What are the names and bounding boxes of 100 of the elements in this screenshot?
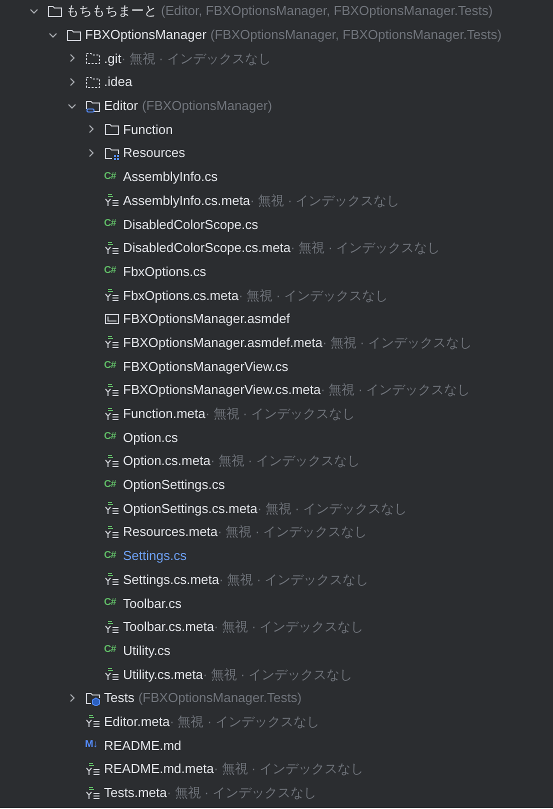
tree-row[interactable]: FBXOptionsManagerView.cs.meta· 無視 · インデックスなし	[0, 378, 553, 402]
tree-row[interactable]: OptionSettings.cs.meta· 無視 · インデックスなし	[0, 496, 553, 520]
file-name: OptionSettings.cs.meta	[123, 500, 258, 516]
file-name: DisabledColorScope.cs.meta	[123, 240, 291, 256]
ignored-status: · 無視 · インデックスなし	[214, 619, 364, 634]
tree-row[interactable]: FBXOptionsManager (FBXOptionsManager, FBXOptionsManager.Tests)	[0, 22, 553, 46]
tree-row[interactable]: Resources.meta· 無視 · インデックスなし	[0, 520, 553, 544]
file-name: README.md	[104, 738, 182, 753]
file-name: OptionSettings.cs	[123, 477, 225, 492]
yaml-file-icon	[104, 334, 120, 350]
tree-row[interactable]: .idea	[0, 70, 553, 94]
yaml-file-icon	[104, 524, 120, 540]
tree-row[interactable]: Editor (FBXOptionsManager)	[0, 94, 553, 118]
ignored-status: · 無視 · インデックスなし	[202, 666, 352, 682]
tree-row[interactable]: Utility.cs.meta· 無視 · インデックスなし	[0, 662, 553, 686]
chevron-right-icon[interactable]	[67, 53, 77, 64]
file-name: FBXOptionsManager.asmdef	[123, 311, 290, 326]
file-name: FBXOptionsManagerView.cs.meta	[123, 382, 321, 398]
csharp-file-icon: C#	[104, 598, 120, 608]
yaml-file-icon	[104, 406, 120, 422]
file-name: もちもちまーと	[66, 3, 157, 18]
file-name: FBXOptionsManagerView.cs	[123, 358, 288, 374]
chevron-right-icon[interactable]	[86, 124, 96, 134]
tree-row[interactable]: Editor.meta· 無視 · インデックスなし	[0, 710, 553, 734]
tree-row[interactable]: C# Utility.cs	[0, 638, 553, 662]
file-name: Toolbar.cs	[123, 596, 182, 611]
tree-row[interactable]: Function.meta· 無視 · インデックスなし	[0, 402, 553, 426]
tree-row[interactable]: FBXOptionsManager.asmdef	[0, 306, 553, 331]
tree-row[interactable]: Toolbar.cs.meta· 無視 · インデックスなし	[0, 614, 553, 639]
csharp-file-icon: C#	[104, 645, 120, 656]
yaml-file-icon	[104, 618, 120, 635]
file-name: Function	[123, 122, 173, 137]
tree-row[interactable]: Option.cs.meta· 無視 · インデックスなし	[0, 449, 553, 473]
yaml-file-icon	[104, 500, 120, 516]
tree-row[interactable]: FBXOptionsManager.asmdef.meta· 無視 · インデックスなし	[0, 330, 553, 354]
tree-row[interactable]: Resources	[0, 141, 553, 165]
tree-row[interactable]: C# Option.cs	[0, 425, 553, 450]
file-name: Resources.meta	[123, 524, 218, 540]
tree-row[interactable]: C# FBXOptionsManagerView.cs	[0, 354, 553, 378]
tree-row[interactable]: FbxOptions.cs.meta· 無視 · インデックスなし	[0, 283, 553, 307]
file-name: Editor.meta	[104, 714, 170, 729]
tree-row[interactable]: .git· 無視 · インデックスなし	[0, 46, 553, 70]
ignored-status: · 無視 · インデックスなし	[210, 453, 360, 468]
ignored-status: · 無視 · インデックスなし	[257, 500, 407, 516]
yaml-file-icon	[104, 192, 120, 208]
tree-row[interactable]: Function	[0, 117, 553, 142]
module-annotation: (FBXOptionsManager.Tests)	[138, 690, 302, 706]
tree-row[interactable]: もちもちまーと (Editor, FBXOptionsManager, FBXOptionsManager.Tests)	[0, 0, 553, 23]
tree-row[interactable]: C# Settings.cs	[0, 544, 553, 568]
tree-row[interactable]: Tests.meta· 無視 · インデックスなし	[0, 780, 553, 804]
file-name: Resources	[123, 145, 186, 160]
folder-icon	[104, 121, 120, 138]
chevron-right-icon[interactable]	[67, 76, 77, 87]
yaml-file-icon	[85, 760, 101, 777]
file-name: Utility.cs	[123, 642, 170, 658]
chevron-right-icon[interactable]	[67, 692, 77, 703]
tree-row[interactable]: Tests (FBXOptionsManager.Tests)	[0, 686, 553, 710]
ignored-status: · 無視 · インデックスなし	[214, 761, 364, 776]
csharp-file-icon: C#	[104, 266, 120, 276]
ignored-status: · 無視 · インデックスなし	[205, 406, 355, 422]
ignored-status: · 無視 · インデックスなし	[121, 50, 271, 66]
tree-row[interactable]: DisabledColorScope.cs.meta· 無視 · インデックスなし	[0, 236, 553, 260]
file-name: Option.cs	[123, 430, 178, 445]
tree-row[interactable]: C# FbxOptions.cs	[0, 260, 553, 284]
tree-row[interactable]: C# AssemblyInfo.cs	[0, 164, 553, 188]
module-annotation: (FBXOptionsManager, FBXOptionsManager.Tests)	[210, 27, 502, 42]
file-name: Toolbar.cs.meta	[123, 619, 214, 634]
markdown-file-icon: M↓	[85, 740, 101, 750]
file-name: Settings.cs.meta	[123, 572, 220, 587]
file-name: Function.meta	[123, 406, 206, 422]
file-name: Option.cs.meta	[123, 453, 210, 468]
file-name: Tests	[104, 690, 134, 706]
ignored-status: · 無視 · インデックスなし	[320, 382, 470, 398]
yaml-file-icon	[104, 382, 120, 398]
tree-row[interactable]: C# Toolbar.cs	[0, 591, 553, 615]
ignored-status: · 無視 · インデックスなし	[170, 714, 320, 729]
yaml-file-icon	[104, 666, 120, 682]
tree-row[interactable]: README.md.meta· 無視 · インデックスなし	[0, 757, 553, 781]
csharp-file-icon: C#	[104, 361, 120, 372]
tree-row[interactable]: Settings.cs.meta· 無視 · インデックスなし	[0, 568, 553, 592]
yaml-file-icon	[104, 571, 120, 588]
file-name: Tests.meta	[104, 785, 167, 800]
csharp-file-icon: C#	[104, 550, 120, 561]
file-name: FBXOptionsManager.asmdef.meta	[123, 334, 322, 350]
yaml-file-icon	[104, 452, 120, 469]
file-name: FBXOptionsManager	[85, 27, 206, 42]
yaml-file-icon	[85, 784, 101, 801]
tree-row[interactable]: AssemblyInfo.cs.meta· 無視 · インデックスなし	[0, 188, 553, 212]
chevron-right-icon[interactable]	[86, 148, 96, 158]
folder-icon	[85, 50, 101, 66]
csharp-file-icon: C#	[104, 219, 120, 230]
tree-row[interactable]: M↓ README.md	[0, 733, 553, 757]
file-name: .git	[104, 50, 122, 66]
tree-row[interactable]: C# DisabledColorScope.cs	[0, 212, 553, 236]
file-name: FbxOptions.cs	[123, 264, 206, 279]
ignored-status: · 無視 · インデックスなし	[290, 240, 440, 256]
tree-row[interactable]: C# OptionSettings.cs	[0, 472, 553, 496]
ignored-status: · 無視 · インデックスなし	[322, 334, 472, 350]
file-name: Editor	[104, 98, 138, 114]
file-name: DisabledColorScope.cs	[123, 216, 258, 232]
